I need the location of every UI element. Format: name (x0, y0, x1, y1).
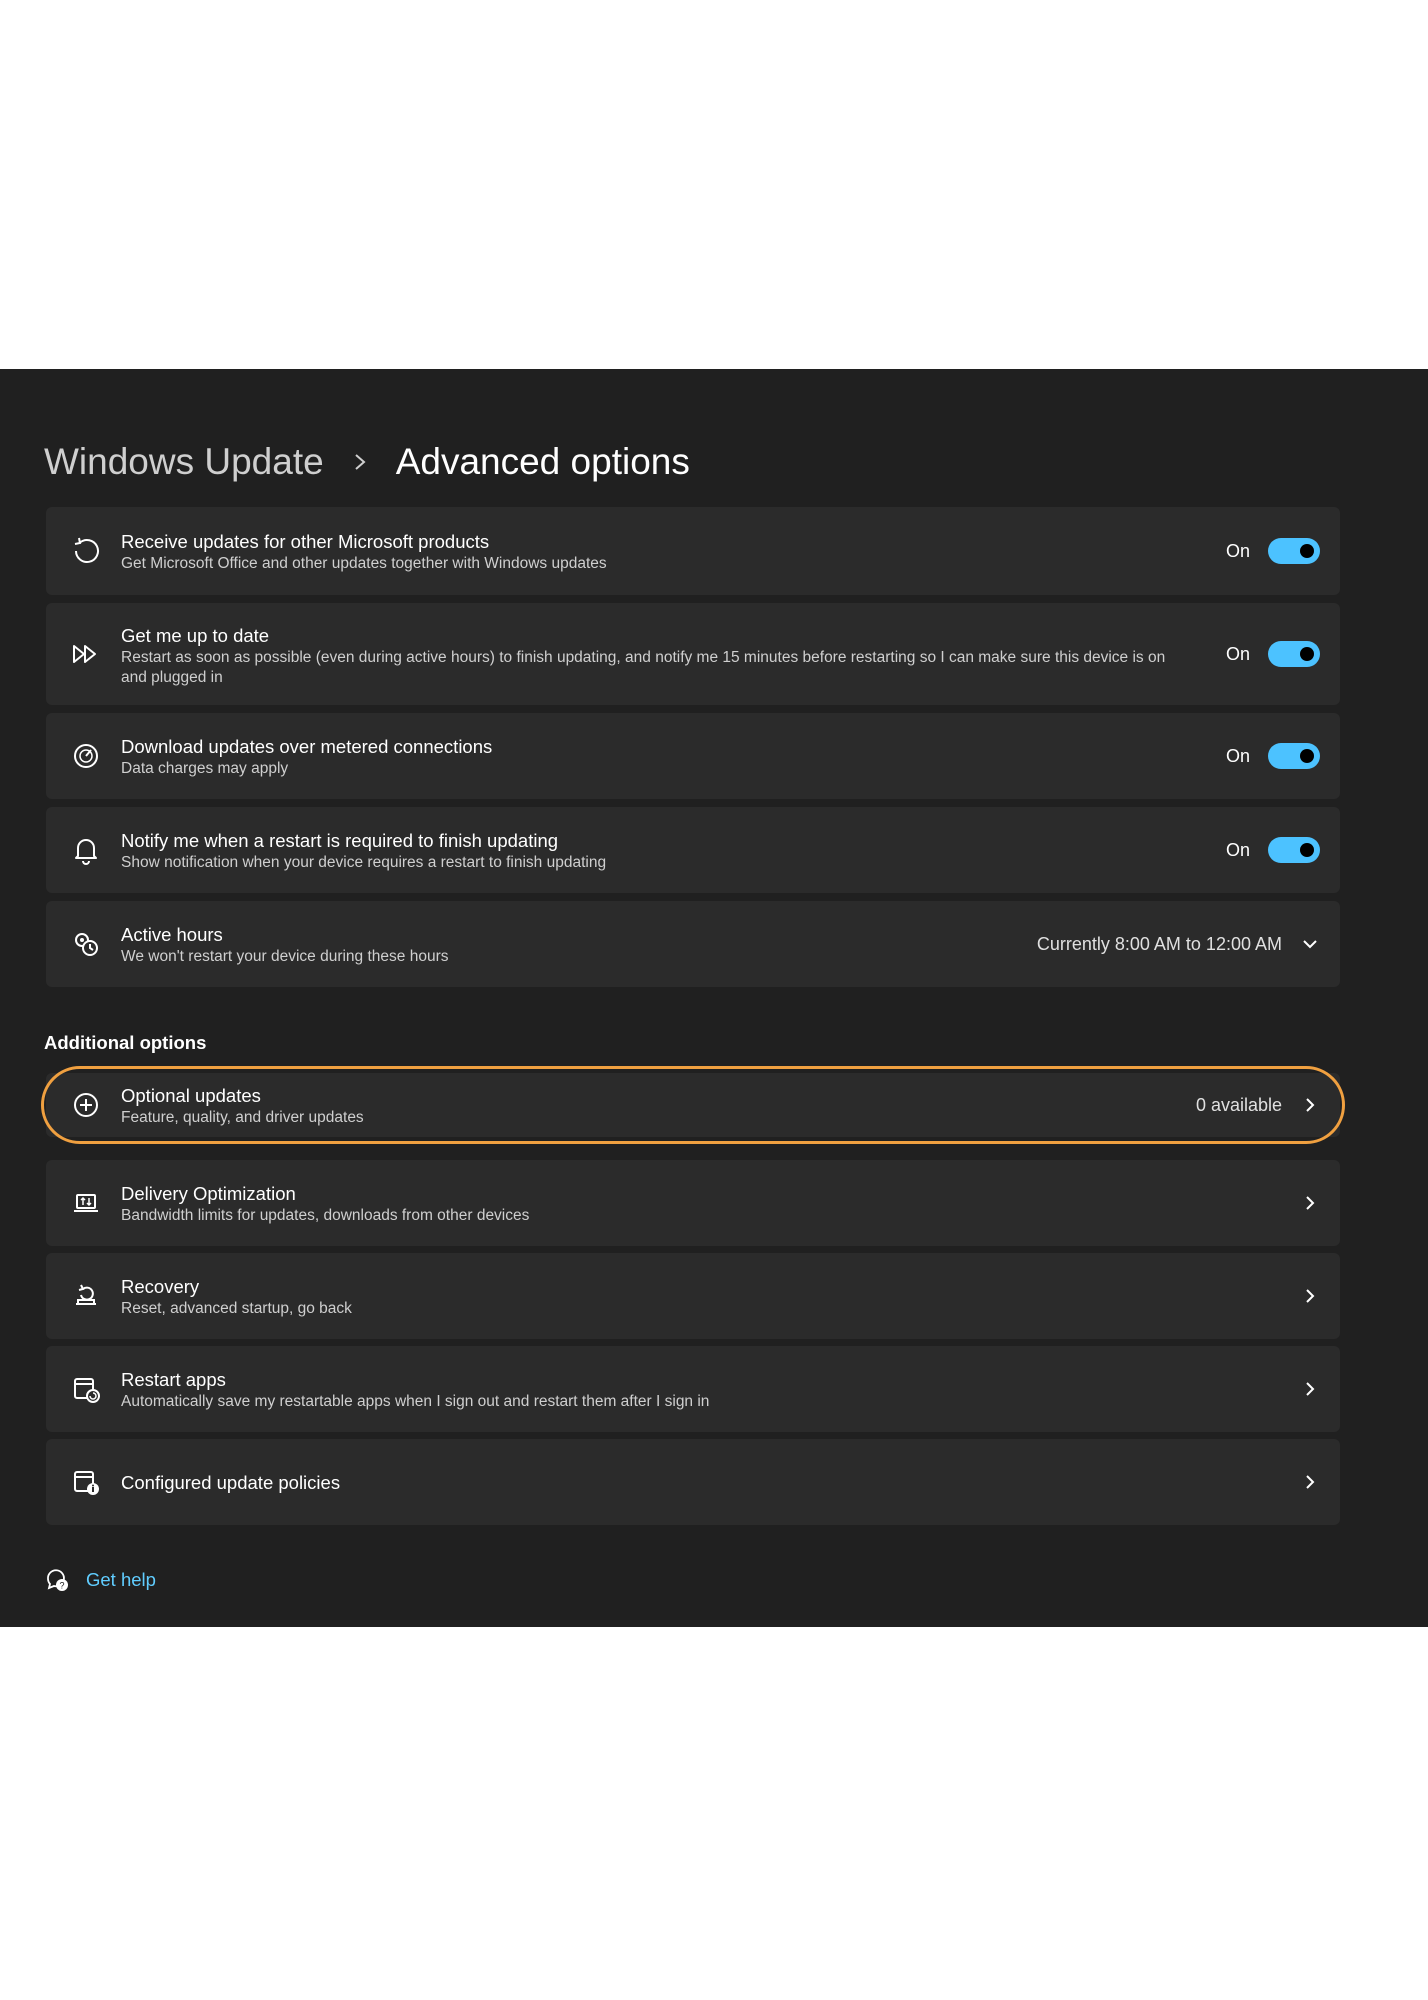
policy-icon (68, 1464, 104, 1500)
help-chat-icon: ? (44, 1567, 70, 1593)
circle-plus-icon (68, 1087, 104, 1123)
breadcrumb-chevron-icon (340, 447, 380, 477)
toggle-knob (1300, 544, 1314, 558)
toggle-notify-restart[interactable]: On (1226, 837, 1320, 863)
restart-apps-icon (68, 1371, 104, 1407)
svg-text:?: ? (59, 1581, 64, 1591)
toggle-state-label: On (1225, 839, 1250, 860)
chevron-right-icon (1300, 1193, 1320, 1213)
chevron-right-icon (1300, 1286, 1320, 1306)
setting-receive-other-updates[interactable]: Receive updates for other Microsoft prod… (46, 507, 1340, 595)
toggle-switch[interactable] (1268, 837, 1320, 863)
delivery-optimization-icon (68, 1185, 104, 1221)
option-configured-policies[interactable]: Configured update policies (46, 1439, 1340, 1525)
optional-updates-count: 0 available (1195, 1095, 1282, 1115)
setting-notify-restart[interactable]: Notify me when a restart is required to … (46, 807, 1340, 893)
recovery-icon (68, 1278, 104, 1314)
toggle-state-label: On (1225, 745, 1250, 766)
option-title: Optional updates (121, 1085, 261, 1106)
setting-active-hours[interactable]: Active hours We won't restart your devic… (46, 901, 1340, 987)
section-heading: Additional options (44, 1032, 207, 1053)
option-delivery-optimization[interactable]: Delivery Optimization Bandwidth limits f… (46, 1160, 1340, 1246)
bell-icon (68, 832, 104, 868)
setting-description: Show notification when your device requi… (121, 854, 607, 871)
chevron-right-icon (1300, 1472, 1320, 1492)
option-restart-apps[interactable]: Restart apps Automatically save my resta… (46, 1346, 1340, 1432)
gauge-icon (68, 738, 104, 774)
option-description: Bandwidth limits for updates, downloads … (121, 1207, 530, 1224)
option-title: Restart apps (121, 1369, 226, 1390)
setting-description: We won't restart your device during thes… (121, 948, 449, 965)
option-description: Automatically save my restartable apps w… (121, 1393, 710, 1410)
option-description: Feature, quality, and driver updates (121, 1109, 364, 1126)
option-title: Recovery (121, 1276, 200, 1297)
setting-description: Get Microsoft Office and other updates t… (121, 555, 607, 572)
option-title: Configured update policies (121, 1472, 341, 1493)
toggle-state-label: On (1225, 643, 1250, 664)
get-help[interactable]: ? Get help (44, 1567, 156, 1593)
breadcrumb: Windows Update Advanced options (44, 437, 690, 487)
refresh-icon (68, 533, 104, 569)
toggle-get-me-up-to-date[interactable]: On (1226, 641, 1320, 667)
toggle-state-label: On (1225, 540, 1250, 561)
option-optional-updates[interactable]: Optional updates Feature, quality, and d… (46, 1073, 1340, 1137)
toggle-switch[interactable] (1268, 743, 1320, 769)
setting-metered-connections[interactable]: Download updates over metered connection… (46, 713, 1340, 799)
active-hours-value: Currently 8:00 AM to 12:00 AM (1036, 934, 1282, 954)
option-recovery[interactable]: Recovery Reset, advanced startup, go bac… (46, 1253, 1340, 1339)
fast-forward-icon (68, 636, 104, 672)
toggle-knob (1300, 843, 1314, 857)
toggle-metered-connections[interactable]: On (1226, 743, 1320, 769)
setting-title: Get me up to date (121, 625, 270, 646)
chevron-down-icon[interactable] (1300, 934, 1320, 954)
toggle-knob (1300, 749, 1314, 763)
toggle-switch[interactable] (1268, 538, 1320, 564)
chevron-right-icon (1300, 1095, 1320, 1115)
setting-title: Active hours (121, 924, 223, 945)
toggle-switch[interactable] (1268, 641, 1320, 667)
setting-description: Data charges may apply (121, 760, 289, 777)
setting-title: Notify me when a restart is required to … (121, 830, 559, 851)
breadcrumb-parent-link[interactable]: Windows Update (44, 441, 324, 483)
setting-title: Receive updates for other Microsoft prod… (121, 531, 490, 552)
page-title: Advanced options (395, 441, 690, 482)
get-help-link[interactable]: Get help (86, 1569, 156, 1591)
chevron-right-icon (1300, 1379, 1320, 1399)
setting-get-me-up-to-date[interactable]: Get me up to date Restart as soon as pos… (46, 603, 1340, 705)
toggle-receive-other-updates[interactable]: On (1226, 538, 1320, 564)
option-description: Reset, advanced startup, go back (121, 1300, 352, 1317)
toggle-knob (1300, 647, 1314, 661)
option-title: Delivery Optimization (121, 1183, 296, 1204)
setting-description: Restart as soon as possible (even during… (121, 649, 1166, 686)
setting-title: Download updates over metered connection… (121, 736, 493, 757)
clock-gear-icon (68, 926, 104, 962)
